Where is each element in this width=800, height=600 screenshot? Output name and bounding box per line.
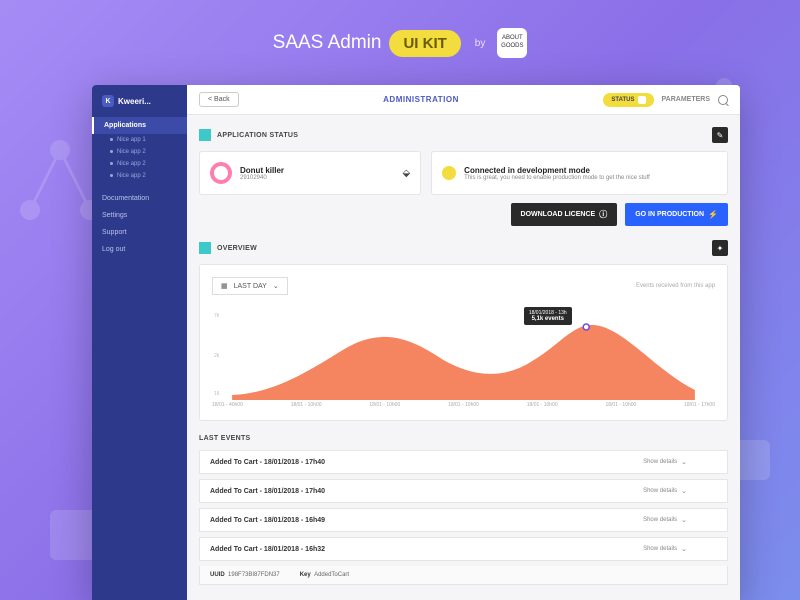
sidebar-sub-app[interactable]: Nice app 2 <box>92 146 187 158</box>
page-title: ADMINISTRATION <box>247 95 596 104</box>
about-goods-logo: ABOUT GOODS <box>497 28 527 58</box>
chevron-down-icon: ⌄ <box>681 516 687 524</box>
section-title-events: LAST EVENTS <box>199 435 728 442</box>
event-row[interactable]: Added To Cart - 18/01/2018 - 17h40Show d… <box>199 479 728 503</box>
period-selector[interactable]: ▦ LAST DAY ⌄ <box>212 277 288 295</box>
event-row[interactable]: Added To Cart - 18/01/2018 - 17h40Show d… <box>199 450 728 474</box>
sidebar-sub-app[interactable]: Nice app 1 <box>92 134 187 146</box>
sidebar-sub-app[interactable]: Nice app 2 <box>92 158 187 170</box>
sidebar-item-logout[interactable]: Log out <box>92 241 187 258</box>
event-detail-row: UUID 198F73BI87FDN37 Key AddedToCart <box>199 566 728 585</box>
connection-title: Connected in development mode <box>464 166 650 175</box>
main-panel: < Back ADMINISTRATION STATUS PARAMETERS … <box>187 85 740 600</box>
sidebar-item-settings[interactable]: Settings <box>92 207 187 224</box>
topbar: < Back ADMINISTRATION STATUS PARAMETERS <box>187 85 740 115</box>
chevron-down-icon: ⌄ <box>681 545 687 553</box>
chevron-down-icon: ⌄ <box>273 282 279 290</box>
chart-meta: Events received from this app <box>636 283 715 289</box>
parameters-link[interactable]: PARAMETERS <box>662 96 710 103</box>
app-id: 29102940 <box>240 175 284 181</box>
svg-text:2k: 2k <box>214 353 220 359</box>
section-marker-icon <box>199 242 211 254</box>
app-name: Donut killer <box>240 166 284 175</box>
app-window: K Kweeri... Applications Nice app 1 Nice… <box>92 85 740 600</box>
promo-header: SAAS Admin UI KIT by ABOUT GOODS <box>0 0 800 72</box>
events-area-chart: 7k 2k 16 18/01/2018 - 13h 5,1k events <box>212 305 715 400</box>
event-row[interactable]: Added To Cart - 18/01/2018 - 16h32Show d… <box>199 537 728 561</box>
chart-x-labels: 18/01 - 40h0018/01 - 10h0018/01 - 10h001… <box>212 402 715 408</box>
sidebar-item-applications[interactable]: Applications <box>92 117 187 134</box>
android-icon: ⬙ <box>402 168 410 179</box>
brand-logo[interactable]: K Kweeri... <box>92 95 187 117</box>
go-production-button[interactable]: GO IN PRODUCTION⚡ <box>625 203 728 226</box>
chevron-down-icon: ⌄ <box>681 487 687 495</box>
chevron-down-icon: ⌄ <box>681 458 687 466</box>
edit-button[interactable]: ✎ <box>712 127 728 143</box>
bolt-icon: ⚡ <box>708 210 718 219</box>
section-marker-icon <box>199 129 211 141</box>
sidebar-sub-app[interactable]: Nice app 2 <box>92 170 187 182</box>
donut-icon <box>210 162 232 184</box>
events-list: Added To Cart - 18/01/2018 - 17h40Show d… <box>199 450 728 585</box>
download-licence-button[interactable]: DOWNLOAD LICENCEⓘ <box>511 203 618 226</box>
status-dot-icon <box>442 166 456 180</box>
svg-text:7k: 7k <box>214 313 220 319</box>
section-title-status: APPLICATION STATUS <box>217 132 298 139</box>
status-pill[interactable]: STATUS <box>603 93 653 107</box>
calendar-icon: ▦ <box>221 282 228 290</box>
info-icon: ⓘ <box>599 209 607 220</box>
overview-chart-card: ▦ LAST DAY ⌄ Events received from this a… <box>199 264 728 421</box>
header-title-prefix: SAAS Admin <box>273 32 382 54</box>
back-button[interactable]: < Back <box>199 92 239 107</box>
sidebar: K Kweeri... Applications Nice app 1 Nice… <box>92 85 187 600</box>
header-by: by <box>475 38 486 49</box>
svg-text:16: 16 <box>214 391 220 397</box>
section-title-overview: OVERVIEW <box>217 245 257 252</box>
search-icon[interactable] <box>718 95 728 105</box>
sidebar-item-documentation[interactable]: Documentation <box>92 190 187 207</box>
brand-icon: K <box>102 95 114 107</box>
event-row[interactable]: Added To Cart - 18/01/2018 - 16h49Show d… <box>199 508 728 532</box>
chart-tooltip: 18/01/2018 - 13h 5,1k events <box>524 307 572 325</box>
settings-button[interactable]: ✦ <box>712 240 728 256</box>
header-pill: UI KIT <box>389 30 460 57</box>
connection-card: Connected in development mode This is gr… <box>431 151 728 195</box>
connection-subtitle: This is great, you need to enable produc… <box>464 175 650 181</box>
app-identity-card: Donut killer 29102940 ⬙ <box>199 151 421 195</box>
sidebar-item-support[interactable]: Support <box>92 224 187 241</box>
